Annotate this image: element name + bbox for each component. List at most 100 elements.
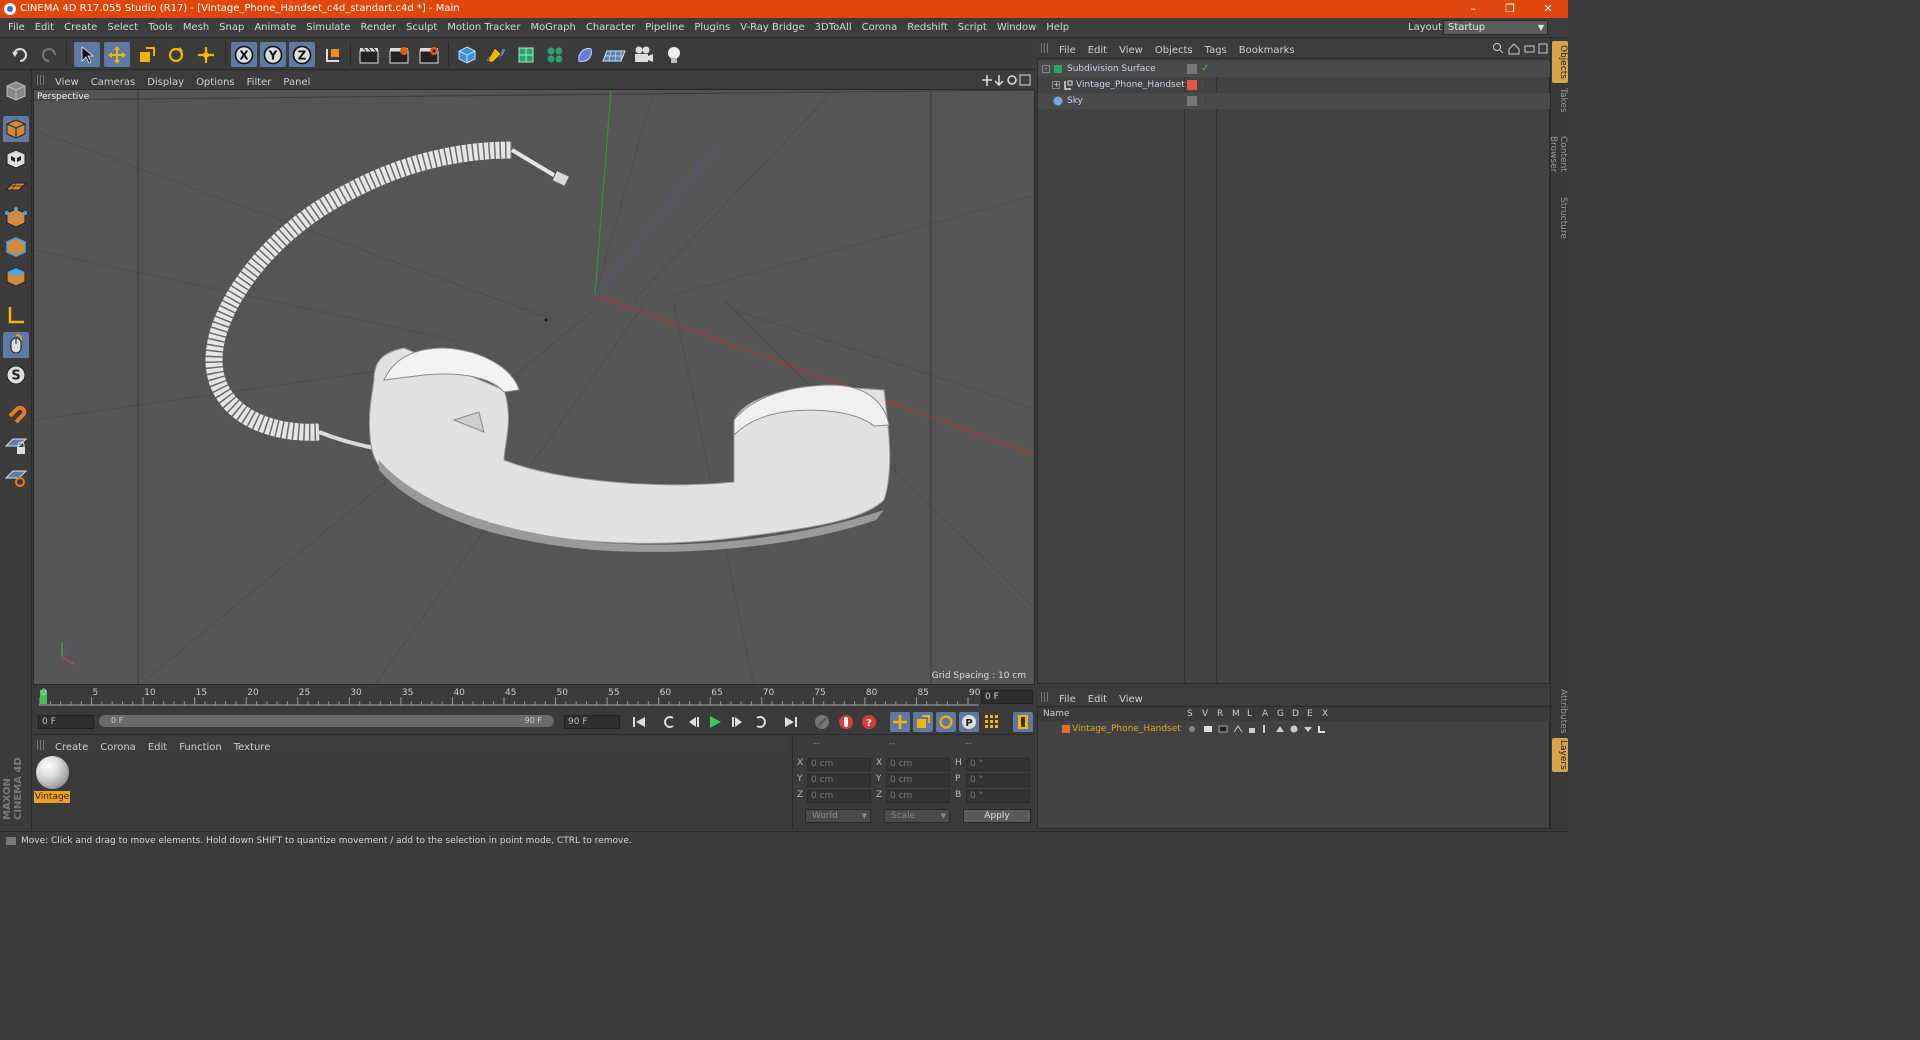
add-spline-pen-button[interactable] (483, 42, 509, 67)
rotate-tool-button[interactable] (163, 42, 189, 67)
lock-workplane-button[interactable] (3, 432, 29, 458)
layer-color-swatch[interactable] (1187, 80, 1197, 90)
points-mode-button[interactable] (3, 205, 29, 231)
select-tool-button[interactable] (74, 42, 100, 67)
end-frame-field[interactable]: 90 F (564, 715, 620, 729)
position-x-field[interactable]: 0 cm (807, 758, 871, 771)
menu-window[interactable]: Window (992, 18, 1041, 38)
menu-edit[interactable]: Edit (30, 18, 59, 38)
add-deformer-button[interactable] (572, 42, 598, 67)
menu-snap[interactable]: Snap (214, 18, 249, 38)
object-row-sky[interactable]: Sky : (1038, 93, 1550, 109)
layer-column-d[interactable]: D (1292, 707, 1299, 721)
rotation-p-field[interactable]: 0 ° (966, 774, 1030, 787)
go-to-end-button[interactable] (781, 712, 801, 732)
timeline-window-button[interactable] (1013, 712, 1033, 732)
menu-motion-tracker[interactable]: Motion Tracker (442, 18, 525, 38)
preview-range-slider[interactable]: 0 F 90 F (99, 715, 554, 727)
undo-button[interactable] (7, 42, 33, 67)
autokeying-button[interactable]: ? (859, 712, 879, 732)
frame-ruler[interactable]: 0 5 10 15 20 25 30 35 40 45 50 55 60 65 70 75 80 85 90 (39, 688, 980, 706)
menu-character[interactable]: Character (581, 18, 640, 38)
enabled-check-icon[interactable]: ✓ (1201, 64, 1211, 74)
workplane-button[interactable] (3, 174, 29, 200)
size-z-field[interactable]: 0 cm (886, 790, 950, 803)
size-y-field[interactable]: 0 cm (886, 774, 950, 787)
coordinate-system-button[interactable] (320, 42, 346, 67)
layer-name[interactable]: Vintage_Phone_Handset (1072, 722, 1181, 736)
layout-dropdown[interactable]: Startup ▼ (1443, 20, 1548, 35)
layer-column-g[interactable]: G (1277, 707, 1284, 721)
layer-column-v[interactable]: V (1202, 707, 1208, 721)
snap-button[interactable]: S (3, 362, 29, 388)
x-axis-lock-button[interactable]: X (231, 42, 257, 67)
render-picture-viewer-button[interactable] (386, 42, 412, 67)
add-light-button[interactable] (661, 42, 687, 67)
layer-column-s[interactable]: S (1187, 707, 1193, 721)
tweak-mode-button[interactable] (3, 332, 29, 358)
object-menu-edit[interactable]: Edit (1082, 42, 1113, 59)
menu-sculpt[interactable]: Sculpt (401, 18, 442, 38)
menu-help[interactable]: Help (1041, 18, 1074, 38)
record-active-objects-button[interactable] (836, 712, 856, 732)
current-frame-field[interactable]: 0 F (981, 690, 1033, 704)
menu-script[interactable]: Script (953, 18, 992, 38)
add-cube-button[interactable] (454, 42, 480, 67)
menu-mesh[interactable]: Mesh (178, 18, 214, 38)
redo-button[interactable] (36, 42, 62, 67)
key-pla-button[interactable] (982, 712, 1002, 732)
tab-takes[interactable]: Takes (1552, 86, 1568, 114)
object-name[interactable]: Sky (1067, 93, 1083, 109)
next-key-button[interactable] (751, 712, 771, 732)
next-frame-button[interactable] (728, 712, 748, 732)
scale-tool-button[interactable] (134, 42, 160, 67)
position-y-field[interactable]: 0 cm (807, 774, 871, 787)
restore-button[interactable]: ❐ (1495, 0, 1525, 18)
move-tool-button[interactable] (104, 42, 130, 67)
layer-column-a[interactable]: A (1262, 707, 1268, 721)
y-axis-lock-button[interactable]: Y (260, 42, 286, 67)
timeline-ruler[interactable]: 0 5 10 15 20 25 30 35 40 45 50 55 60 65 70 75 80 85 90 0 F (33, 686, 1035, 708)
visibility-dots-icon[interactable]: : (1201, 96, 1211, 106)
visibility-dots-icon[interactable]: : (1201, 80, 1211, 90)
object-name[interactable]: Vintage_Phone_Handset (1076, 77, 1185, 93)
position-z-field[interactable]: 0 cm (807, 790, 871, 803)
menu-3dtoall[interactable]: 3DToAll (810, 18, 857, 38)
add-camera-button[interactable] (631, 42, 657, 67)
key-rotation-button[interactable] (936, 712, 956, 732)
menu-render[interactable]: Render (355, 18, 401, 38)
perspective-viewport[interactable]: Perspective Grid Spacing : 10 cm (33, 89, 1035, 685)
tab-content-browser[interactable]: Content Browser (1548, 118, 1568, 190)
tab-attributes[interactable]: Attributes (1552, 688, 1568, 734)
menu-animate[interactable]: Animate (249, 18, 301, 38)
layer-column-r[interactable]: R (1217, 707, 1223, 721)
menu-plugins[interactable]: Plugins (689, 18, 735, 38)
previous-key-button[interactable] (659, 712, 679, 732)
close-button[interactable]: ✕ (1533, 0, 1563, 18)
menu-redshift[interactable]: Redshift (902, 18, 953, 38)
coordinate-mode-dropdown[interactable]: World ▼ (805, 809, 871, 823)
object-menu-file[interactable]: File (1053, 42, 1082, 59)
transform-tool-button[interactable] (193, 42, 219, 67)
menu-corona[interactable]: Corona (857, 18, 903, 38)
apply-button[interactable]: Apply (963, 809, 1031, 823)
material-name-label[interactable]: Vintage (34, 791, 70, 803)
start-frame-field[interactable]: 0 F (38, 715, 94, 729)
menu-select[interactable]: Select (102, 18, 143, 38)
play-button[interactable] (705, 712, 725, 732)
collapse-toggle-icon[interactable]: - (1042, 65, 1050, 73)
layer-flags-icons[interactable] (1188, 724, 1328, 734)
size-x-field[interactable]: 0 cm (886, 758, 950, 771)
object-row-vintage-phone-handset[interactable]: + Vintage_Phone_Handset : (1038, 77, 1550, 93)
layer-column-x[interactable]: X (1322, 707, 1328, 721)
object-menu-tags[interactable]: Tags (1199, 42, 1233, 59)
rotation-b-field[interactable]: 0 ° (966, 790, 1030, 803)
go-to-start-button[interactable] (629, 712, 649, 732)
tab-objects[interactable]: Objects (1552, 41, 1568, 83)
menu-file[interactable]: File (3, 18, 30, 38)
menu-pipeline[interactable]: Pipeline (640, 18, 689, 38)
layer-column-e[interactable]: E (1307, 707, 1313, 721)
record-keyframes-off-button[interactable] (812, 712, 832, 732)
texture-mode-button[interactable] (3, 146, 29, 172)
render-settings-button[interactable] (416, 42, 442, 67)
